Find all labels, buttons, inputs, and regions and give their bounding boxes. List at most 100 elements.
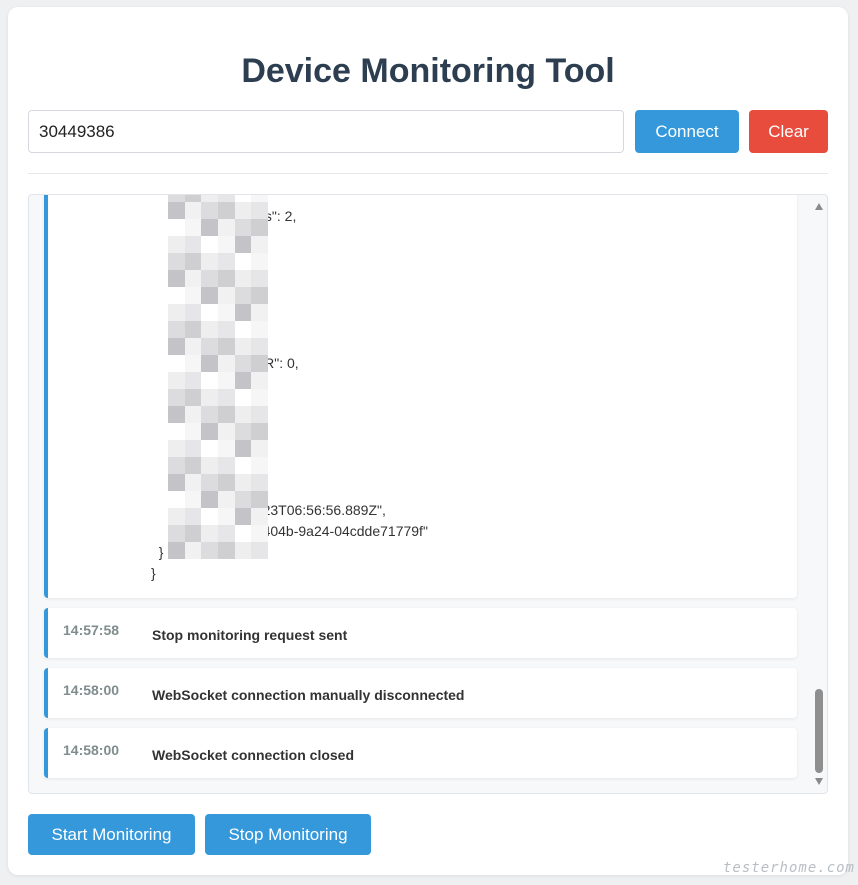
mosaic-cell	[184, 525, 202, 542]
mosaic-cell	[201, 219, 218, 236]
mosaic-cell	[234, 219, 252, 236]
connect-button[interactable]: Connect	[635, 110, 739, 153]
mosaic-cell	[168, 525, 185, 542]
mosaic-cell	[217, 423, 235, 440]
mosaic-cell	[184, 355, 202, 372]
mosaic-cell	[217, 355, 235, 372]
mosaic-cell	[201, 253, 218, 270]
mosaic-cell	[201, 236, 218, 253]
mosaic-cell	[251, 542, 268, 559]
mosaic-cell	[184, 338, 202, 355]
mosaic-cell	[217, 406, 235, 423]
mosaic-cell	[184, 542, 202, 559]
scroll-down-arrow-icon[interactable]	[815, 778, 823, 785]
mosaic-cell	[251, 491, 268, 508]
mosaic-cell	[217, 202, 235, 219]
mosaic-cell	[168, 236, 185, 253]
mosaic-cell	[201, 474, 218, 491]
mosaic-cell	[168, 457, 185, 474]
mosaic-cell	[184, 474, 202, 491]
mosaic-cell	[251, 423, 268, 440]
mosaic-cell	[234, 491, 252, 508]
mosaic-cell	[217, 287, 235, 304]
mosaic-cell	[168, 338, 185, 355]
clear-button[interactable]: Clear	[749, 110, 828, 153]
mosaic-cell	[201, 423, 218, 440]
scroll-up-arrow-icon[interactable]	[815, 203, 823, 210]
mosaic-cell	[201, 321, 218, 338]
mosaic-cell	[251, 270, 268, 287]
mosaic-cell	[217, 457, 235, 474]
mosaic-cell	[201, 202, 218, 219]
mosaic-cell	[168, 508, 185, 525]
mosaic-cell	[251, 195, 268, 202]
mosaic-cell	[168, 440, 185, 457]
mosaic-cell	[251, 321, 268, 338]
mosaic-cell	[234, 423, 252, 440]
redaction-mosaic	[168, 195, 268, 559]
mosaic-cell	[201, 491, 218, 508]
mosaic-cell	[168, 219, 185, 236]
mosaic-cell	[234, 406, 252, 423]
mosaic-cell	[251, 372, 268, 389]
mosaic-cell	[184, 219, 202, 236]
page-title: Device Monitoring Tool	[241, 52, 615, 90]
mosaic-cell	[201, 270, 218, 287]
mosaic-cell	[201, 195, 218, 202]
mosaic-cell	[251, 304, 268, 321]
mosaic-cell	[201, 355, 218, 372]
mosaic-cell	[168, 491, 185, 508]
mosaic-cell	[217, 525, 235, 542]
mosaic-cell	[168, 195, 185, 202]
log-timestamp: 14:58:00	[63, 742, 120, 758]
mosaic-cell	[184, 270, 202, 287]
mosaic-cell	[234, 270, 252, 287]
mosaic-cell	[251, 525, 268, 542]
log-panel[interactable]: " de": 0, " vingStatus": 2, " " n": "", …	[28, 194, 828, 794]
mosaic-cell	[217, 491, 235, 508]
mosaic-cell	[251, 219, 268, 236]
mosaic-cell	[184, 372, 202, 389]
mosaic-cell	[184, 508, 202, 525]
mosaic-cell	[234, 236, 252, 253]
mosaic-cell	[217, 195, 235, 202]
mosaic-cell	[217, 508, 235, 525]
log-scrollbar[interactable]	[811, 195, 827, 793]
log-message: WebSocket connection manually disconnect…	[152, 687, 465, 703]
mosaic-cell	[184, 491, 202, 508]
mosaic-cell	[251, 440, 268, 457]
stop-monitoring-button[interactable]: Stop Monitoring	[205, 814, 371, 855]
mosaic-cell	[184, 389, 202, 406]
device-id-input[interactable]	[28, 110, 624, 153]
mosaic-cell	[251, 474, 268, 491]
mosaic-cell	[217, 253, 235, 270]
mosaic-cell	[234, 202, 252, 219]
mosaic-cell	[234, 287, 252, 304]
log-message: Stop monitoring request sent	[152, 627, 348, 643]
mosaic-cell	[201, 338, 218, 355]
mosaic-cell	[217, 440, 235, 457]
scroll-thumb[interactable]	[815, 689, 823, 773]
mosaic-cell	[234, 440, 252, 457]
start-monitoring-button[interactable]: Start Monitoring	[28, 814, 195, 855]
mosaic-cell	[168, 202, 185, 219]
log-timestamp: 14:58:00	[63, 682, 120, 698]
mosaic-cell	[217, 321, 235, 338]
mosaic-cell	[184, 423, 202, 440]
mosaic-cell	[234, 542, 252, 559]
mosaic-cell	[184, 202, 202, 219]
mosaic-cell	[201, 525, 218, 542]
mosaic-cell	[251, 389, 268, 406]
mosaic-cell	[234, 372, 252, 389]
log-entry-json: " de": 0, " vingStatus": 2, " " n": "", …	[44, 195, 797, 598]
mosaic-cell	[201, 372, 218, 389]
mosaic-cell	[234, 457, 252, 474]
mosaic-cell	[217, 270, 235, 287]
mosaic-cell	[251, 338, 268, 355]
mosaic-cell	[184, 304, 202, 321]
mosaic-cell	[251, 508, 268, 525]
mosaic-cell	[184, 195, 202, 202]
mosaic-cell	[168, 423, 185, 440]
mosaic-cell	[217, 236, 235, 253]
mosaic-cell	[251, 253, 268, 270]
